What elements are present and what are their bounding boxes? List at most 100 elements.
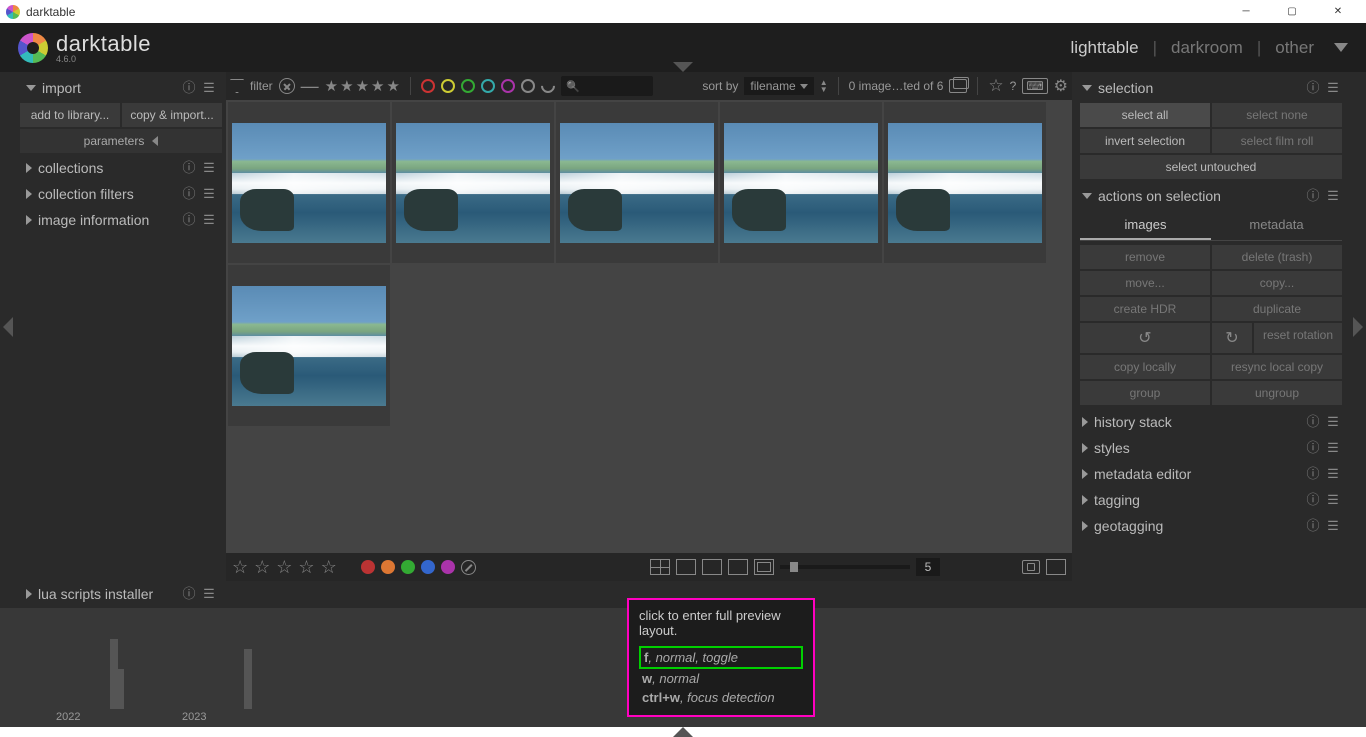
- select-all-button[interactable]: select all: [1080, 103, 1210, 127]
- remove-button[interactable]: remove: [1080, 245, 1210, 269]
- tab-other[interactable]: other: [1275, 38, 1314, 58]
- thumbnail[interactable]: [884, 102, 1046, 263]
- display-profile-icon[interactable]: [1046, 559, 1066, 575]
- help-icon[interactable]: [1010, 79, 1017, 93]
- ungroup-button[interactable]: ungroup: [1212, 381, 1342, 405]
- presets-icon[interactable]: [202, 587, 216, 601]
- layout-zoomable-button[interactable]: [676, 559, 696, 575]
- layout-culling-button[interactable]: [702, 559, 722, 575]
- module-header-selection[interactable]: selection: [1076, 75, 1346, 101]
- thumbnail-grid[interactable]: [226, 100, 1072, 553]
- module-header-image-info[interactable]: image information: [20, 207, 222, 233]
- group-icon[interactable]: [949, 79, 967, 93]
- info-icon[interactable]: [1306, 189, 1320, 203]
- delete-button[interactable]: delete (trash): [1212, 245, 1342, 269]
- maximize-button[interactable]: ▢: [1278, 6, 1306, 17]
- tab-darkroom[interactable]: darkroom: [1171, 38, 1243, 58]
- star-icon[interactable]: ★: [371, 77, 384, 95]
- select-untouched-button[interactable]: select untouched: [1080, 155, 1342, 179]
- filter-icon[interactable]: [230, 79, 244, 93]
- star-icon[interactable]: ★: [356, 77, 369, 95]
- layout-culling2-button[interactable]: [728, 559, 748, 575]
- copy-import-button[interactable]: copy & import...: [122, 103, 222, 127]
- star-button[interactable]: ☆: [232, 557, 248, 578]
- sort-field-select[interactable]: filename: [744, 77, 813, 95]
- color-magenta[interactable]: [501, 79, 515, 93]
- overlay-toggle-icon[interactable]: ☆: [988, 76, 1003, 96]
- color-red[interactable]: [421, 79, 435, 93]
- settings-icon[interactable]: ⚙: [1054, 76, 1068, 96]
- presets-icon[interactable]: [1326, 441, 1340, 455]
- menu-dropdown-icon[interactable]: [1334, 43, 1348, 52]
- thumbnail[interactable]: [228, 102, 390, 263]
- layout-grid-button[interactable]: [650, 559, 670, 575]
- info-icon[interactable]: [182, 213, 196, 227]
- copy-button[interactable]: copy...: [1212, 271, 1342, 295]
- module-header-history[interactable]: history stack: [1076, 409, 1346, 435]
- select-none-button[interactable]: select none: [1212, 103, 1342, 127]
- shortcuts-icon[interactable]: ⌨: [1022, 78, 1047, 94]
- color-any[interactable]: [538, 76, 558, 96]
- presets-icon[interactable]: [1326, 189, 1340, 203]
- module-header-geotagging[interactable]: geotagging: [1076, 513, 1346, 539]
- color-cyan[interactable]: [481, 79, 495, 93]
- search-input[interactable]: [561, 76, 653, 96]
- focus-peaking-icon[interactable]: [1022, 560, 1040, 574]
- layout-fullpreview-button[interactable]: [754, 559, 774, 575]
- resync-button[interactable]: resync local copy: [1212, 355, 1342, 379]
- info-icon[interactable]: [182, 587, 196, 601]
- star-button[interactable]: ☆: [254, 557, 270, 578]
- module-header-collections[interactable]: collections: [20, 155, 222, 181]
- left-panel-toggle[interactable]: [0, 72, 16, 581]
- reject-filter[interactable]: [279, 78, 295, 94]
- tab-lighttable[interactable]: lighttable: [1071, 38, 1139, 58]
- move-button[interactable]: move...: [1080, 271, 1210, 295]
- info-icon[interactable]: [1306, 467, 1320, 481]
- group-button[interactable]: group: [1080, 381, 1210, 405]
- module-header-import[interactable]: import: [20, 75, 222, 101]
- invert-selection-button[interactable]: invert selection: [1080, 129, 1210, 153]
- presets-icon[interactable]: [202, 81, 216, 95]
- module-header-lua[interactable]: lua scripts installer: [20, 581, 222, 607]
- zoom-slider[interactable]: [780, 565, 910, 569]
- rating-filter[interactable]: ★ ★ ★ ★ ★: [325, 77, 400, 95]
- info-icon[interactable]: [1306, 519, 1320, 533]
- info-icon[interactable]: [1306, 493, 1320, 507]
- thumbnail[interactable]: [392, 102, 554, 263]
- presets-icon[interactable]: [1326, 493, 1340, 507]
- info-icon[interactable]: [1306, 81, 1320, 95]
- reset-rotation-button[interactable]: reset rotation: [1254, 323, 1342, 353]
- star-button[interactable]: ☆: [276, 557, 292, 578]
- color-label-red[interactable]: [361, 560, 375, 574]
- rotate-ccw-button[interactable]: ↺: [1080, 323, 1210, 353]
- color-grey[interactable]: [521, 79, 535, 93]
- presets-icon[interactable]: [1326, 467, 1340, 481]
- clear-labels[interactable]: [461, 560, 476, 575]
- module-header-metadata-editor[interactable]: metadata editor: [1076, 461, 1346, 487]
- presets-icon[interactable]: [202, 161, 216, 175]
- parameters-toggle[interactable]: parameters: [20, 129, 222, 153]
- color-label-orange[interactable]: [381, 560, 395, 574]
- create-hdr-button[interactable]: create HDR: [1080, 297, 1210, 321]
- module-header-styles[interactable]: styles: [1076, 435, 1346, 461]
- presets-icon[interactable]: [1326, 81, 1340, 95]
- select-film-roll-button[interactable]: select film roll: [1212, 129, 1342, 153]
- tab-metadata[interactable]: metadata: [1211, 211, 1342, 240]
- star-icon[interactable]: ★: [340, 77, 353, 95]
- minimize-button[interactable]: ─: [1232, 6, 1260, 17]
- info-icon[interactable]: [1306, 415, 1320, 429]
- presets-icon[interactable]: [1326, 415, 1340, 429]
- info-icon[interactable]: [182, 81, 196, 95]
- color-label-green[interactable]: [401, 560, 415, 574]
- module-header-tagging[interactable]: tagging: [1076, 487, 1346, 513]
- color-yellow[interactable]: [441, 79, 455, 93]
- star-button[interactable]: ☆: [298, 557, 314, 578]
- color-label-magenta[interactable]: [441, 560, 455, 574]
- star-button[interactable]: ☆: [321, 557, 337, 578]
- info-icon[interactable]: [182, 161, 196, 175]
- presets-icon[interactable]: [202, 187, 216, 201]
- rotate-cw-button[interactable]: ↻: [1212, 323, 1252, 353]
- color-label-blue[interactable]: [421, 560, 435, 574]
- star-icon[interactable]: ★: [325, 77, 338, 95]
- thumbnail[interactable]: [556, 102, 718, 263]
